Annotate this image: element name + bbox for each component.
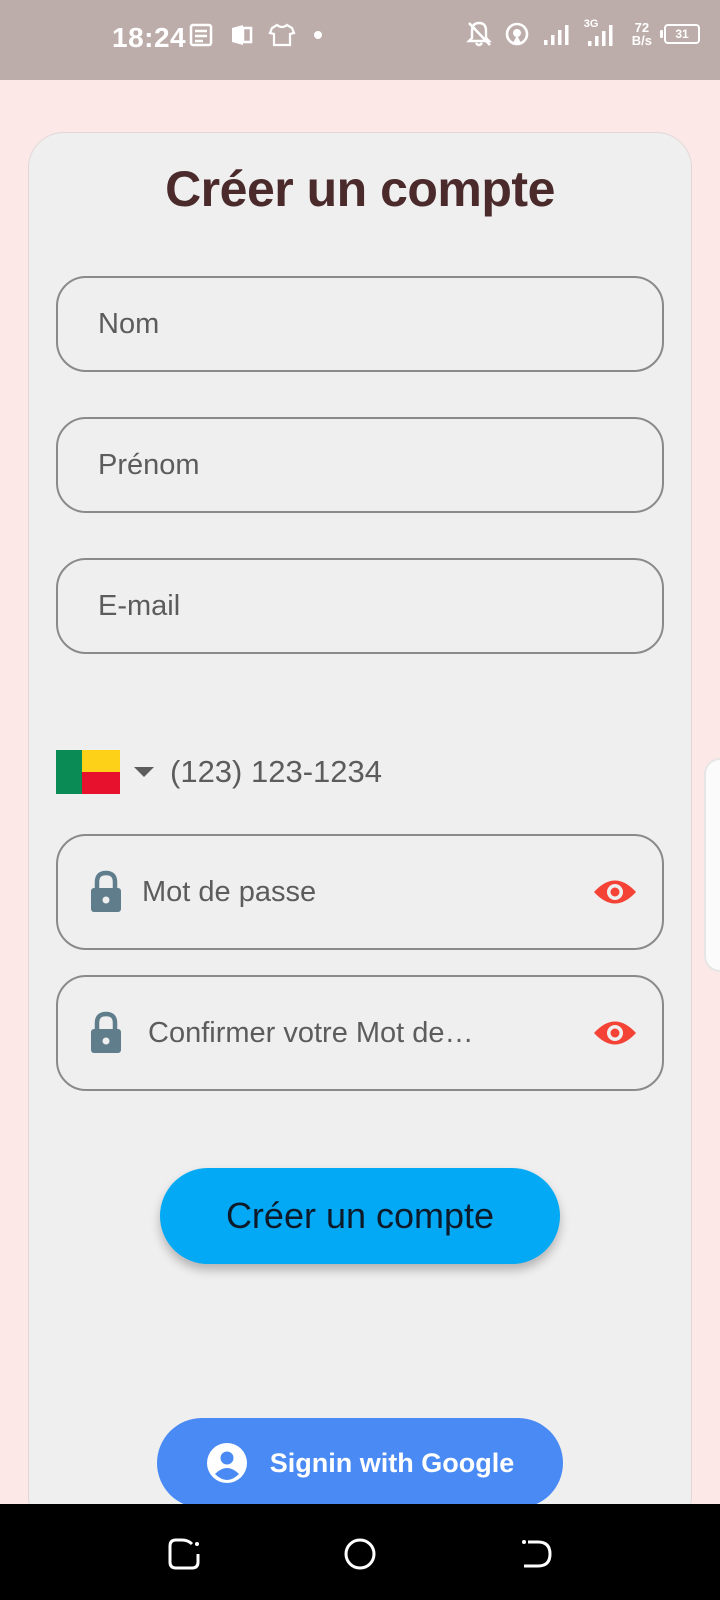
net-speed-unit: B/s — [631, 33, 652, 48]
create-account-button[interactable]: Créer un compte — [160, 1168, 560, 1264]
page-title: Créer un compte — [165, 161, 555, 217]
home-icon[interactable] — [342, 1536, 378, 1572]
prenom-field-container — [56, 417, 664, 513]
google-signin-label: Signin with Google — [269, 1447, 515, 1478]
email-input[interactable] — [58, 560, 662, 652]
password-field-container — [56, 834, 664, 950]
google-signin-button[interactable]: Signin with Google — [157, 1418, 563, 1508]
nom-field-container — [56, 276, 664, 372]
lock-icon — [91, 870, 121, 912]
battery-level: 31 — [675, 27, 689, 41]
account-circle-icon — [206, 1443, 247, 1483]
nom-input[interactable] — [58, 278, 662, 370]
net-speed: 72 B/s — [632, 21, 652, 47]
signal-3g-icon: 3G — [584, 18, 620, 48]
status-icons-left — [188, 22, 326, 48]
notifications-off-icon — [465, 21, 492, 47]
prenom-input[interactable] — [58, 419, 662, 511]
battery-icon: 31 — [660, 24, 700, 44]
recent-apps-icon[interactable] — [166, 1536, 202, 1572]
eye-icon[interactable] — [592, 877, 638, 907]
confirm-password-input[interactable] — [124, 977, 592, 1089]
eye-icon[interactable] — [592, 1018, 638, 1048]
navigation-bar — [0, 1504, 720, 1600]
password-input[interactable] — [124, 836, 592, 948]
tshirt-icon — [268, 23, 296, 47]
hotspot-icon — [505, 22, 529, 46]
news-icon — [189, 23, 213, 47]
status-bar: 18:24 3G 72 B/s 31 — [0, 0, 720, 80]
email-field-container — [56, 558, 664, 654]
dot-icon — [314, 31, 322, 39]
signal-icon — [543, 25, 569, 45]
back-icon[interactable] — [518, 1536, 554, 1572]
phone-input[interactable] — [168, 753, 472, 791]
country-dropdown-icon[interactable] — [134, 767, 154, 777]
status-icons-right: 3G 72 B/s 31 — [465, 18, 700, 48]
phone-row — [56, 748, 472, 796]
status-time: 18:24 — [112, 22, 187, 53]
lock-icon — [91, 1011, 121, 1053]
office-icon — [232, 25, 253, 45]
benin-flag-icon[interactable] — [56, 750, 120, 794]
confirm-password-field-container — [56, 975, 664, 1091]
side-panel-handle[interactable] — [704, 758, 720, 972]
